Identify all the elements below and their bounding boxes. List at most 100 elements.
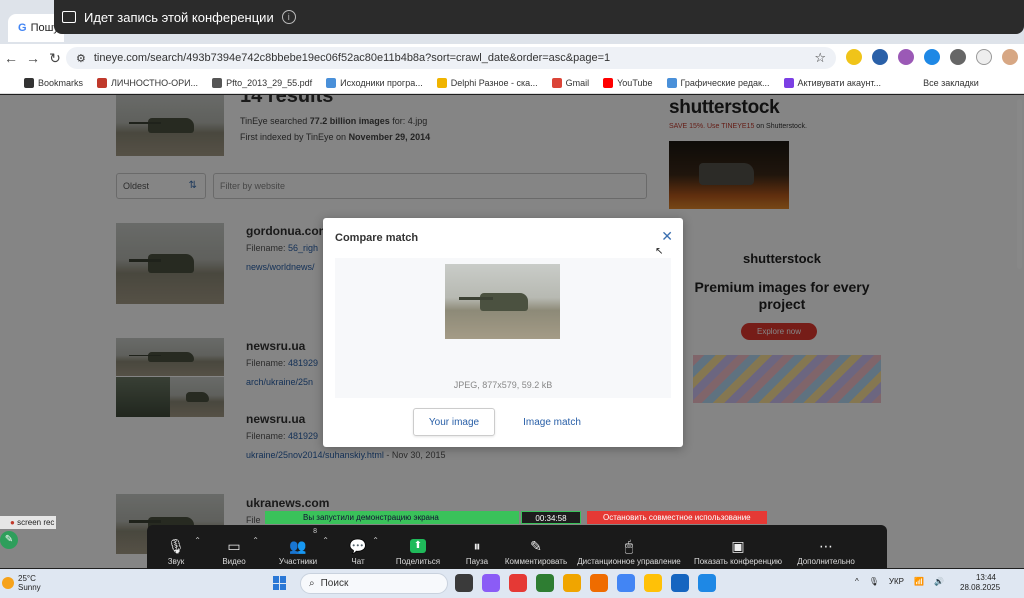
windows-taskbar: 25°C Sunny ⌕ Поиск ^ 🎙 УКР 📶 🔊 13:44 28.08… [0,569,1024,598]
zoom-video-button[interactable]: ▭ Видео ⌃ [205,526,263,566]
bookmark-item[interactable]: ЛИЧНОСТНО-ОРИ... [97,77,198,88]
bookmark-star-icon[interactable]: ☆ [814,50,826,66]
reload-icon[interactable]: ↻ [44,50,66,67]
bookmark-favicon-icon [436,77,447,88]
zoom-participants-button[interactable]: 👥 Участники ⌃ 8 [263,526,333,566]
bookmarks-bar: Bookmarks ЛИЧНОСТНО-ОРИ... Pfto_2013_29_55… [0,72,1024,94]
share-icon: ⬆ [410,539,426,553]
volume-icon[interactable]: 🔊 [934,577,944,586]
search-icon: ⌕ [309,578,315,589]
chevron-up-icon[interactable]: ⌃ [252,536,259,545]
extensions-row: ⋮ [846,49,1024,65]
chevron-up-icon[interactable]: ⌃ [194,536,201,545]
weather-widget[interactable]: 25°C Sunny [2,574,41,592]
back-icon[interactable]: ← [0,50,22,66]
system-tray: ^ 🎙 УКР 📶 🔊 [855,577,944,586]
info-icon[interactable]: i [281,10,296,24]
bookmark-item[interactable]: Delphi Разное - ска... [436,77,538,88]
chevron-up-icon[interactable]: ^ [855,577,859,586]
screenrec-badge[interactable]: ● screen rec [0,516,56,529]
taskbar-app-icon[interactable] [509,574,527,592]
audio-icon: 🎙 [167,538,185,554]
recording-camera-icon [62,11,76,23]
participants-icon: 👥 [289,538,307,554]
recording-banner: Идет запись этой конференции i [54,0,1024,34]
stop-share-button[interactable]: Остановить совместное использование [587,511,767,524]
modal-title: Compare match [335,232,419,244]
taskbar-app-icon[interactable] [536,574,554,592]
site-settings-icon[interactable]: ⚙ [76,52,86,65]
profile-avatar[interactable] [1002,49,1018,65]
bookmark-item[interactable]: Pfto_2013_29_55.pdf [212,77,312,88]
extensions-puzzle-icon[interactable] [976,49,992,65]
participants-count: 8 [313,528,317,535]
zoom-show-conference-button[interactable]: ▣ Показать конференцию [687,526,789,566]
microphone-icon[interactable]: 🎙 [869,577,879,586]
video-icon: ▭ [227,538,241,554]
extension-icon[interactable] [950,49,966,65]
mouse-cursor-icon: ↖ [655,246,664,257]
taskbar-clock[interactable]: 13:44 28.08.2025 [960,573,1000,593]
taskbar-app-icon[interactable] [563,574,581,592]
bookmark-item[interactable]: Графические редак... [666,77,770,88]
pen-icon[interactable]: ✎ [0,531,18,549]
zoom-chat-button[interactable]: 💬 Чат ⌃ [333,526,383,566]
zoom-remote-control-button[interactable]: 🖱 Дистанционное управление [571,526,687,566]
address-bar[interactable]: ⚙ tineye.com/search/493b7394e742c8bbebe1… [66,47,836,69]
bookmark-favicon-icon [24,77,34,88]
share-status-banner: Вы запустили демонстрацию экрана [265,511,519,524]
bookmark-item[interactable]: Bookmarks [24,77,83,88]
bookmark-item[interactable]: YouTube [603,77,653,88]
remote-control-icon: 🖱 [624,538,634,554]
forward-icon[interactable]: → [22,50,44,66]
wifi-icon[interactable]: 📶 [914,577,924,586]
image-match-tab[interactable]: Image match [511,408,593,436]
bookmark-favicon-icon [212,77,223,88]
language-indicator[interactable]: УКР [889,577,904,586]
zoom-toolbar: 🎙 Звук ⌃ ▭ Видео ⌃ 👥 Участники ⌃ 8 💬 Чат ⌃ ⬆ Поделитьс… [147,525,887,569]
taskbar-search[interactable]: ⌕ Поиск [300,573,448,594]
bookmark-item[interactable]: Исходники програ... [326,77,423,88]
compare-image [445,264,560,339]
chevron-up-icon[interactable]: ⌃ [322,536,329,545]
chevron-up-icon[interactable]: ⌃ [372,536,379,545]
zoom-audio-button[interactable]: 🎙 Звук ⌃ [147,526,205,566]
annotate-icon: ✎ [530,538,542,554]
taskbar-app-icon[interactable] [482,574,500,592]
modal-image-area: JPEG, 877x579, 59.2 kB [335,258,671,398]
windows-start-icon[interactable] [273,576,287,590]
google-icon: G [18,22,27,34]
taskbar-app-icon[interactable] [455,574,473,592]
show-conference-icon: ▣ [731,538,745,554]
page-scrollbar[interactable] [1017,99,1022,269]
zoom-share-button[interactable]: ⬆ Поделиться [383,526,453,566]
bookmark-favicon-icon [97,77,108,88]
extension-icon[interactable] [898,49,914,65]
extension-icon[interactable] [872,49,888,65]
all-bookmarks[interactable]: Все закладки [923,78,979,88]
close-icon[interactable]: ✕ [661,228,673,245]
pause-icon: ⏸ [473,538,481,554]
zoom-more-button[interactable]: ⋯ Дополнительно [789,526,863,566]
bookmark-favicon-icon [666,77,677,88]
bookmark-item[interactable]: Gmail [551,77,589,88]
bookmark-favicon-icon [603,77,614,88]
address-url: tineye.com/search/493b7394e742c8bbebe19e… [93,52,611,64]
image-info-caption: JPEG, 877x579, 59.2 kB [453,380,553,390]
compare-match-modal: Compare match ✕ JPEG, 877x579, 59.2 kB Y… [323,218,683,447]
sun-icon [2,577,14,589]
recording-banner-text: Идет запись этой конференции [84,9,274,25]
taskbar-app-icon[interactable] [644,574,662,592]
taskbar-app-icon[interactable] [617,574,635,592]
your-image-tab[interactable]: Your image [413,408,495,436]
taskbar-app-icon[interactable] [698,574,716,592]
bookmark-favicon-icon [551,77,562,88]
extension-icon[interactable] [846,49,862,65]
taskbar-app-icon[interactable] [590,574,608,592]
bookmark-item[interactable]: Активувати акаунт... [783,77,881,88]
taskbar-app-icon[interactable] [671,574,689,592]
extension-icon[interactable] [924,49,940,65]
chat-icon: 💬 [349,538,367,554]
zoom-annotate-button[interactable]: ✎ Комментировать [501,526,571,566]
zoom-pause-button[interactable]: ⏸ Пауза [453,526,501,566]
